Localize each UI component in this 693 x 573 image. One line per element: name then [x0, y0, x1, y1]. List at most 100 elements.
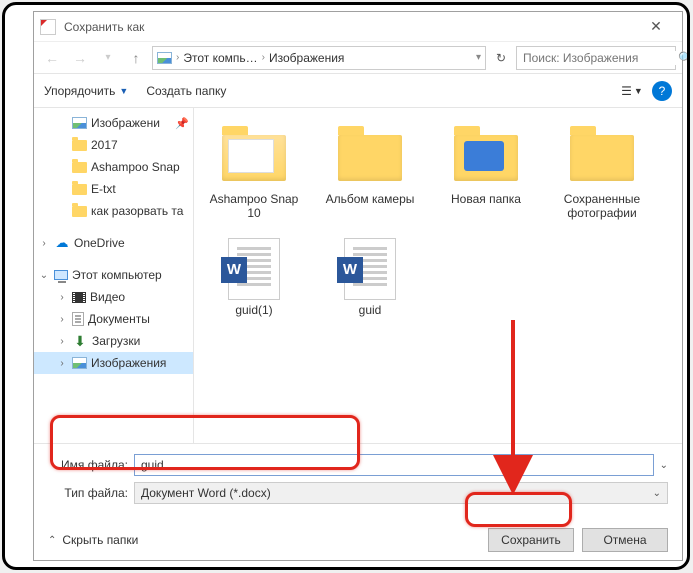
- organize-label: Упорядочить: [44, 84, 115, 98]
- dialog-body: Изображени 📌 2017 Ashampoo Snap E-txt ка…: [34, 108, 682, 443]
- breadcrumb-thispc[interactable]: Этот компь…: [183, 51, 257, 65]
- view-icon: ☰: [621, 84, 632, 98]
- folder-icon: [454, 135, 518, 181]
- address-bar[interactable]: › Этот компь… › Изображения ▾: [152, 46, 486, 70]
- sidebar-label: Документы: [88, 312, 150, 326]
- sidebar-item-pictures-quick[interactable]: Изображени 📌: [34, 112, 193, 134]
- file-label: guid(1): [235, 303, 272, 317]
- filetype-select[interactable]: Документ Word (*.docx) ⌄: [134, 482, 668, 504]
- filetype-row: Тип файла: Документ Word (*.docx) ⌄: [48, 482, 668, 504]
- collapse-icon[interactable]: ⌄: [38, 270, 50, 281]
- back-button[interactable]: ←: [40, 46, 64, 70]
- expand-icon[interactable]: ›: [56, 292, 68, 303]
- video-icon: [72, 292, 86, 303]
- filename-label: Имя файла:: [48, 458, 128, 472]
- sidebar-label: 2017: [91, 138, 118, 152]
- folder-icon: [222, 135, 286, 181]
- sidebar-label: Видео: [90, 290, 125, 304]
- chevron-down-icon: ⌄: [653, 488, 661, 499]
- organize-menu[interactable]: Упорядочить ▼: [44, 84, 128, 98]
- sidebar-label: Этот компьютер: [72, 268, 162, 282]
- folder-icon: [338, 135, 402, 181]
- chevron-down-icon: ▼: [634, 86, 643, 96]
- toolbar: Упорядочить ▼ Создать папку ☰ ▼ ?: [34, 74, 682, 108]
- refresh-button[interactable]: ↻: [490, 47, 512, 69]
- sidebar-label: Изображени: [91, 116, 160, 130]
- sidebar-item-etxt[interactable]: E-txt: [34, 178, 193, 200]
- folder-icon: [570, 135, 634, 181]
- address-dropdown[interactable]: ▾: [476, 52, 481, 63]
- footer: ⌃ Скрыть папки Сохранить Отмена: [34, 520, 682, 560]
- file-grid: Ashampoo Snap 10 Альбом камеры Новая пап…: [198, 122, 678, 325]
- sidebar-label: E-txt: [91, 182, 116, 196]
- breadcrumb-pictures[interactable]: Изображения: [269, 51, 344, 65]
- folder-ashampoo[interactable]: Ashampoo Snap 10: [198, 122, 310, 229]
- sidebar-label: OneDrive: [74, 236, 125, 250]
- breadcrumb-sep: ›: [176, 52, 179, 63]
- location-icon: [157, 52, 172, 64]
- sidebar-label: как разорвать та: [91, 204, 183, 218]
- document-icon: [72, 312, 84, 326]
- chevron-up-icon: ⌃: [48, 535, 56, 546]
- close-button[interactable]: ✕: [636, 15, 676, 39]
- expand-icon[interactable]: ›: [56, 314, 68, 325]
- download-icon: ⬇: [72, 333, 88, 349]
- nav-bar: ← → ▾ ↑ › Этот компь… › Изображения ▾ ↻ …: [34, 42, 682, 74]
- file-label: Сохраненные фотографии: [550, 192, 654, 221]
- breadcrumb-sep: ›: [262, 52, 265, 63]
- screenshot-frame: Сохранить как ✕ ← → ▾ ↑ › Этот компь… › …: [2, 2, 690, 570]
- save-button[interactable]: Сохранить: [488, 528, 574, 552]
- window-title: Сохранить как: [64, 20, 144, 34]
- sidebar-item-onedrive[interactable]: › ☁ OneDrive: [34, 232, 193, 254]
- new-folder-button[interactable]: Создать папку: [146, 84, 226, 98]
- word-file-icon: [344, 238, 396, 300]
- sidebar-item-2017[interactable]: 2017: [34, 134, 193, 156]
- search-icon: 🔍: [678, 51, 690, 65]
- search-input[interactable]: [523, 51, 678, 65]
- cancel-button[interactable]: Отмена: [582, 528, 668, 552]
- expand-icon[interactable]: ›: [38, 238, 50, 249]
- folder-saved-photos[interactable]: Сохраненные фотографии: [546, 122, 658, 229]
- sidebar-item-downloads[interactable]: › ⬇ Загрузки: [34, 330, 193, 352]
- sidebar-item-pictures[interactable]: › Изображения: [34, 352, 193, 374]
- app-icon: [40, 19, 56, 35]
- pin-icon: 📌: [175, 117, 189, 130]
- view-mode-button[interactable]: ☰ ▼: [618, 79, 646, 103]
- save-label: Сохранить: [501, 533, 561, 547]
- forward-button[interactable]: →: [68, 46, 92, 70]
- help-button[interactable]: ?: [652, 81, 672, 101]
- hide-folders-toggle[interactable]: ⌃ Скрыть папки: [48, 533, 138, 547]
- folder-icon: [72, 162, 87, 173]
- file-guid1[interactable]: guid(1): [198, 233, 310, 325]
- sidebar-item-thispc[interactable]: ⌄ Этот компьютер: [34, 264, 193, 286]
- up-button[interactable]: ↑: [124, 46, 148, 70]
- computer-icon: [54, 270, 68, 280]
- sidebar-item-ashampoo[interactable]: Ashampoo Snap: [34, 156, 193, 178]
- sidebar-item-documents[interactable]: › Документы: [34, 308, 193, 330]
- filename-input[interactable]: [134, 454, 654, 476]
- titlebar: Сохранить как ✕: [34, 12, 682, 42]
- recent-dropdown[interactable]: ▾: [96, 46, 120, 70]
- expand-icon[interactable]: ›: [56, 358, 68, 369]
- folder-icon: [72, 206, 87, 217]
- search-box[interactable]: 🔍: [516, 46, 676, 70]
- cancel-label: Отмена: [603, 533, 646, 547]
- fields-area: Имя файла: ⌄ Тип файла: Документ Word (*…: [34, 443, 682, 520]
- filetype-label: Тип файла:: [48, 486, 128, 500]
- sidebar-label: Загрузки: [92, 334, 140, 348]
- expand-icon[interactable]: ›: [56, 336, 68, 347]
- sidebar-item-kak[interactable]: как разорвать та: [34, 200, 193, 222]
- onedrive-icon: ☁: [54, 235, 70, 251]
- new-folder-label: Создать папку: [146, 84, 226, 98]
- folder-new[interactable]: Новая папка: [430, 122, 542, 229]
- save-as-dialog: Сохранить как ✕ ← → ▾ ↑ › Этот компь… › …: [33, 11, 683, 561]
- folder-camera-album[interactable]: Альбом камеры: [314, 122, 426, 229]
- filename-dropdown[interactable]: ⌄: [660, 460, 668, 471]
- sidebar-item-video[interactable]: › Видео: [34, 286, 193, 308]
- filename-row: Имя файла: ⌄: [48, 454, 668, 476]
- sidebar-label: Изображения: [91, 356, 166, 370]
- filetype-value: Документ Word (*.docx): [141, 486, 271, 500]
- picture-icon: [72, 117, 87, 129]
- file-guid[interactable]: guid: [314, 233, 426, 325]
- file-label: Новая папка: [451, 192, 521, 206]
